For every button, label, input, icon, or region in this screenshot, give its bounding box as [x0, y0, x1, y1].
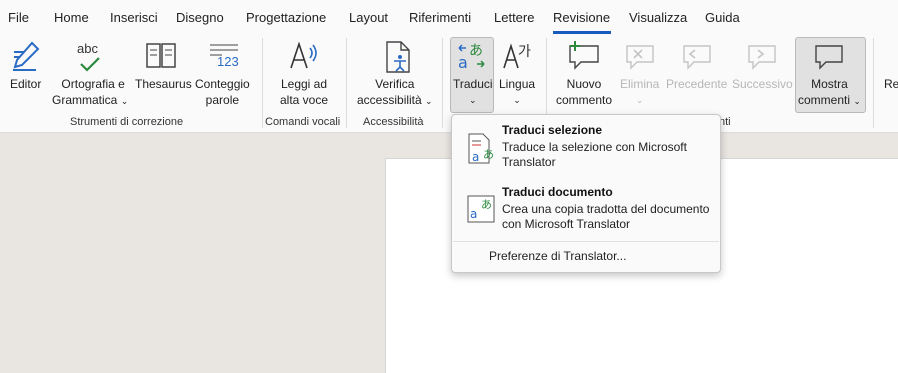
menu-divider — [453, 241, 719, 242]
verifica-accessibilita-button[interactable]: Verifica accessibilità ⌄ — [357, 76, 433, 109]
translate-document-title[interactable]: Traduci documento — [502, 185, 613, 199]
language-icon: 가 — [503, 43, 531, 69]
traduci-label: Traduci ⌄ — [453, 76, 493, 108]
chevron-down-icon: ⌄ — [120, 96, 129, 106]
group-label-accessibilita: Accessibilità — [363, 116, 424, 128]
svg-text:あ: あ — [481, 198, 492, 211]
translate-document-icon: a あ — [467, 195, 495, 223]
group-separator — [262, 38, 263, 128]
leggi-label-1: Leggi ad — [280, 77, 328, 91]
chevron-down-icon: ⌄ — [853, 96, 861, 106]
translate-selection-icon: a あ — [468, 133, 494, 164]
group-separator — [873, 38, 874, 128]
translate-selection-title[interactable]: Traduci selezione — [502, 123, 602, 137]
lingua-button[interactable]: Lingua ⌄ — [499, 76, 535, 108]
new-comment-icon — [569, 41, 599, 70]
group-label-strumenti: Strumenti di correzione — [70, 116, 184, 128]
show-comments-icon — [815, 45, 843, 70]
mostra-commenti-label: Mostra commenti ⌄ — [798, 76, 861, 109]
svg-text:a: a — [470, 207, 477, 221]
svg-text:가: 가 — [518, 44, 531, 60]
verifica-label-2: accessibilità — [357, 93, 422, 107]
precedente-button[interactable]: Precedente — [666, 76, 727, 92]
thesaurus-book-icon — [146, 43, 176, 68]
elimina-button[interactable]: Elimina ⌄ — [620, 76, 659, 108]
traduci-text: Traduci — [453, 77, 493, 91]
successivo-button[interactable]: Successivo — [732, 76, 793, 92]
nuovo-label-1: Nuovo — [566, 77, 602, 91]
nuovo-commento-button[interactable]: Nuovo commento — [556, 76, 612, 108]
tab-disegno[interactable]: Disegno — [176, 10, 224, 25]
conteggio-label-2: parole — [205, 93, 240, 107]
revisioni-button-partial[interactable]: Re — [884, 76, 898, 92]
verifica-label-1: Verifica — [375, 77, 415, 91]
leggi-alta-voce-button[interactable]: Leggi ad alta voce — [280, 76, 328, 108]
tab-visualizza[interactable]: Visualizza — [629, 10, 687, 25]
delete-comment-icon — [626, 45, 654, 70]
chevron-down-icon: ⌄ — [469, 95, 477, 105]
svg-text:a: a — [458, 53, 468, 72]
svg-text:あ: あ — [469, 43, 483, 59]
abc-icon: abc — [77, 41, 98, 56]
chevron-down-icon: ⌄ — [513, 95, 521, 105]
tab-home[interactable]: Home — [54, 10, 89, 25]
mostra-label-2: commenti — [798, 93, 851, 107]
number-icon: 123 — [217, 54, 239, 69]
translate-document-desc: Crea una copia tradotta del documento co… — [502, 202, 710, 231]
tab-progettazione[interactable]: Progettazione — [246, 10, 326, 25]
translate-selection-desc: Traduce la selezione con Microsoft Trans… — [502, 140, 687, 169]
checkmark-icon — [80, 57, 100, 72]
editor-button[interactable]: Editor — [10, 76, 41, 92]
svg-text:あ: あ — [483, 148, 494, 161]
conteggio-label-1: Conteggio — [195, 77, 250, 91]
group-label-comandi: Comandi vocali — [265, 116, 341, 128]
group-separator — [346, 38, 347, 128]
tab-riferimenti[interactable]: Riferimenti — [409, 10, 471, 25]
previous-comment-icon — [683, 45, 711, 70]
tab-layout[interactable]: Layout — [349, 10, 388, 25]
ortografia-label-2: Grammatica — [52, 93, 118, 107]
thesaurus-button[interactable]: Thesaurus — [135, 76, 192, 92]
tab-file[interactable]: File — [8, 10, 29, 25]
read-aloud-icon — [290, 41, 317, 69]
translator-preferences-item[interactable]: Preferenze di Translator... — [489, 249, 626, 263]
leggi-label-2: alta voce — [280, 93, 329, 107]
group-separator — [442, 38, 443, 128]
tab-revisione[interactable]: Revisione — [553, 10, 610, 25]
elimina-label: Elimina — [620, 77, 660, 91]
tab-guida[interactable]: Guida — [705, 10, 740, 25]
tab-lettere[interactable]: Lettere — [494, 10, 534, 25]
chevron-down-icon: ⌄ — [635, 95, 644, 105]
accessibility-check-icon — [386, 41, 410, 73]
next-comment-icon — [748, 45, 776, 70]
traduci-dropdown-menu: a あ Traduci selezione Traduce la selezio… — [451, 114, 721, 273]
translate-icon: a あ — [458, 43, 485, 72]
ortografia-label-1: Ortografia e — [61, 77, 125, 91]
conteggio-parole-button[interactable]: Conteggio parole — [195, 76, 250, 108]
svg-text:a: a — [472, 150, 479, 164]
mostra-label-1: Mostra — [811, 77, 848, 91]
editor-icon — [13, 41, 40, 71]
chevron-down-icon: ⌄ — [425, 96, 433, 106]
nuovo-label-2: commento — [556, 93, 613, 107]
lingua-label: Lingua — [499, 77, 536, 91]
tab-inserisci[interactable]: Inserisci — [110, 10, 158, 25]
ortografia-grammatica-button[interactable]: Ortografia e Grammatica ⌄ — [52, 76, 129, 109]
ribbon-tab-bar: File Home Inserisci Disegno Progettazion… — [0, 0, 898, 34]
